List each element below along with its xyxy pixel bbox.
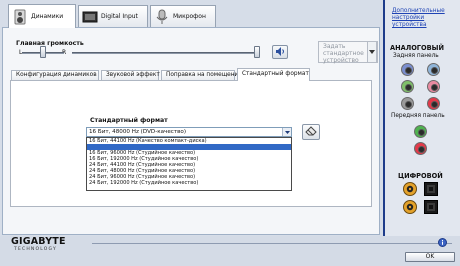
- front-jack-2[interactable]: [414, 142, 427, 155]
- ok-button[interactable]: OK: [405, 252, 455, 262]
- chevron-down-icon[interactable]: [282, 128, 291, 136]
- microphone-icon: [154, 9, 170, 25]
- master-volume-label: Главная громкость: [16, 40, 84, 47]
- format-options-list: 16 Бит, 44100 Hz (Качество компакт-диска…: [86, 137, 292, 191]
- analog-title: АНАЛОГОВЫЙ: [390, 44, 444, 52]
- master-volume-track: [72, 52, 260, 54]
- coaxial-output-icon-2[interactable]: [403, 200, 417, 216]
- digital-title: ЦИФРОВОЙ: [398, 172, 443, 180]
- restore-format-button[interactable]: [302, 124, 320, 140]
- back-jack-4[interactable]: [427, 80, 440, 93]
- back-jack-2[interactable]: [427, 63, 440, 76]
- tab-sound-effects[interactable]: Звуковой эффект: [101, 70, 160, 80]
- back-jack-1[interactable]: [401, 63, 414, 76]
- tab-digital-input[interactable]: Digital Input: [78, 5, 148, 27]
- footer: [0, 236, 460, 266]
- optical-output-icon-2[interactable]: [424, 200, 438, 216]
- footer-divider-line: [92, 243, 452, 244]
- tab-default-format[interactable]: Стандартный формат: [237, 68, 310, 81]
- speaker-icon: [12, 9, 28, 25]
- tab-speaker-config[interactable]: Конфигурация динамиков: [11, 70, 99, 80]
- digital-input-icon: [82, 9, 98, 25]
- advanced-settings-link[interactable]: Дополнительные настройки устройства: [392, 8, 456, 29]
- speaker-volume-icon: [275, 46, 286, 58]
- set-default-dropdown-arrow[interactable]: [367, 41, 377, 63]
- tab-label: Digital Input: [101, 13, 138, 20]
- tab-label: Динамики: [31, 13, 64, 20]
- front-panel-label: Передняя панель: [391, 113, 445, 119]
- format-selected-value: 16 Бит, 48000 Hz (DVD-качество): [89, 129, 187, 135]
- front-jack-1[interactable]: [414, 125, 427, 138]
- tab-microphone[interactable]: Микрофон: [150, 5, 216, 27]
- default-format-label: Стандартный формат: [90, 117, 168, 124]
- brand-name: GIGABYTE: [11, 236, 66, 247]
- brand-sub: TECHNOLOGY: [14, 247, 57, 252]
- back-panel-label: Задняя панель: [393, 53, 439, 59]
- master-volume-thumb[interactable]: [254, 46, 260, 58]
- info-icon[interactable]: [438, 238, 447, 249]
- mute-button[interactable]: [272, 45, 288, 59]
- coaxial-output-icon[interactable]: [403, 182, 417, 198]
- balance-slider-thumb[interactable]: [40, 46, 46, 58]
- tab-label: Микрофон: [173, 13, 206, 20]
- back-jack-6[interactable]: [427, 97, 440, 110]
- format-option[interactable]: 24 Бит, 192000 Hz (Студийное качество): [87, 180, 291, 186]
- optical-output-icon[interactable]: [424, 182, 438, 198]
- brand-logo: GIGABYTE TECHNOLOGY: [11, 236, 66, 252]
- eraser-icon: [305, 126, 317, 138]
- format-select[interactable]: 16 Бит, 48000 Hz (DVD-качество): [86, 127, 292, 137]
- back-jack-3[interactable]: [401, 80, 414, 93]
- tab-room-correction[interactable]: Поправка на помещение: [161, 70, 242, 80]
- tab-speakers[interactable]: Динамики: [8, 4, 76, 28]
- triangle-down-icon: [369, 49, 375, 56]
- back-jack-5[interactable]: [401, 97, 414, 110]
